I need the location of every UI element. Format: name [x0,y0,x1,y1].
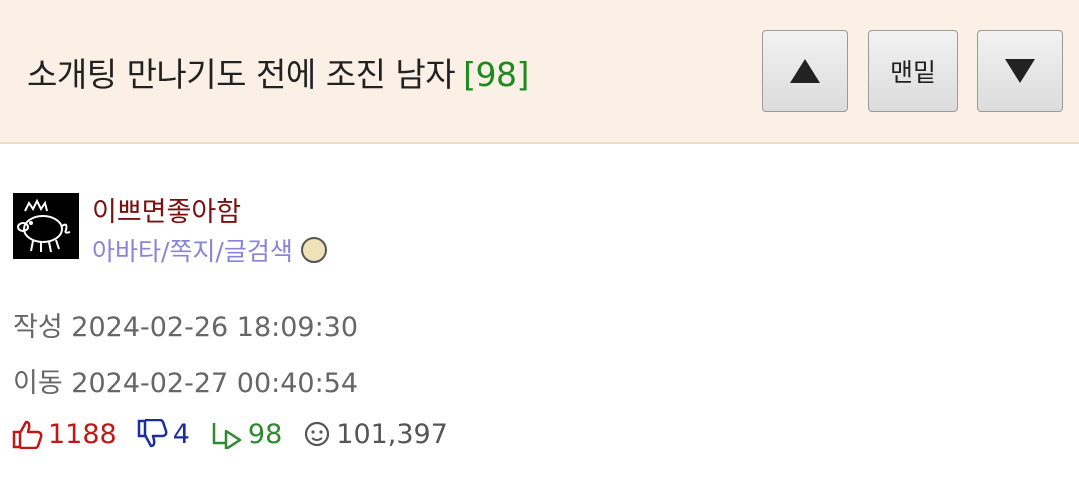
moved-value: 2024-02-27 00:40:54 [71,368,359,399]
view-stat: 101,397 [302,419,448,450]
post-stats: 1188 4 98 101,397 [12,417,468,451]
like-count: 1188 [48,418,117,450]
reply-count: 98 [247,418,283,450]
author-links[interactable]: 아바타/쪽지/글검색 [92,232,327,268]
post-title: 소개팅 만나기도 전에 조진 남자 [98] [27,48,529,96]
post-title-text: 소개팅 만나기도 전에 조진 남자 [27,55,456,94]
pig-avatar-icon [13,193,79,259]
arrow-up-icon [790,59,820,83]
reply-arrow-icon [212,423,242,449]
arrow-down-icon [1005,59,1035,83]
medal-badge-icon [300,237,327,263]
view-count: 101,397 [336,418,448,450]
dislike-count: 4 [172,418,190,450]
smiley-icon [305,421,330,447]
author-name[interactable]: 이쁘면좋아함 [92,190,241,229]
created-label: 작성 [13,312,63,343]
scroll-down-button[interactable] [977,30,1063,112]
scroll-up-button[interactable] [762,30,848,112]
avatar[interactable] [13,193,79,259]
created-value: 2024-02-26 18:09:30 [71,312,359,343]
dislike-stat[interactable]: 4 [137,419,190,450]
scroll-bottom-button[interactable]: 맨밑 [868,30,958,112]
reply-stat[interactable]: 98 [210,419,282,450]
thumbs-down-icon [137,419,168,448]
like-stat[interactable]: 1188 [12,419,117,450]
moved-date: 이동 2024-02-27 00:40:54 [13,361,358,400]
post-header: 소개팅 만나기도 전에 조진 남자 [98] 맨밑 [0,0,1079,144]
created-date: 작성 2024-02-26 18:09:30 [13,305,358,344]
thumbs-up-icon [12,420,43,449]
moved-label: 이동 [13,368,63,399]
author-links-text[interactable]: 아바타/쪽지/글검색 [92,232,293,268]
comment-count[interactable]: [98] [463,55,529,94]
